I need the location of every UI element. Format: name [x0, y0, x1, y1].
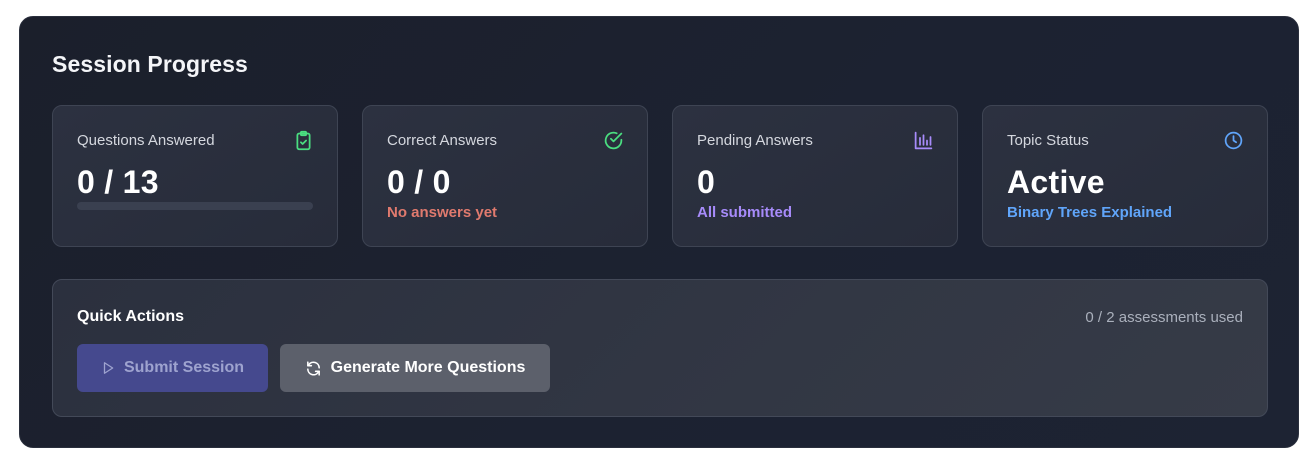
- correct-answers-status: No answers yet: [387, 204, 498, 221]
- pending-answers-card: Pending Answers 0 All submitted: [672, 105, 958, 247]
- quick-actions-section: Quick Actions 0 / 2 assessments used Sub…: [52, 279, 1268, 417]
- card-label: Topic Status: [1007, 132, 1089, 149]
- bar-chart-icon: [913, 130, 934, 151]
- submit-session-button[interactable]: Submit Session: [77, 344, 268, 392]
- correct-answers-value: 0 / 0: [387, 164, 451, 200]
- page-title: Session Progress: [52, 51, 248, 77]
- questions-answered-value: 0 / 13: [77, 164, 159, 200]
- pending-answers-value: 0: [697, 164, 716, 200]
- quick-actions-title: Quick Actions: [77, 308, 184, 325]
- topic-status-value: Active: [1007, 164, 1105, 200]
- generate-more-questions-button[interactable]: Generate More Questions: [280, 344, 550, 392]
- clipboard-check-icon: [293, 130, 314, 151]
- questions-answered-card: Questions Answered 0 / 13: [52, 105, 338, 247]
- refresh-icon: [306, 360, 320, 376]
- topic-status-card: Topic Status Active Binary Trees Explain…: [982, 105, 1268, 247]
- session-progress-panel: Session Progress Questions Answered 0 / …: [19, 16, 1299, 448]
- check-circle-icon: [603, 130, 624, 151]
- play-icon: [103, 362, 114, 374]
- generate-more-questions-label: Generate More Questions: [330, 359, 526, 376]
- submit-session-label: Submit Session: [123, 359, 245, 376]
- card-label: Pending Answers: [697, 132, 813, 149]
- assessments-usage: 0 / 2 assessments used: [1085, 309, 1243, 326]
- topic-name-link[interactable]: Binary Trees Explained: [1007, 204, 1172, 221]
- card-label: Questions Answered: [77, 132, 215, 149]
- card-label: Correct Answers: [387, 132, 498, 149]
- questions-progress-bar: [77, 202, 313, 210]
- pending-answers-status: All submitted: [697, 204, 793, 221]
- correct-answers-card: Correct Answers 0 / 0 No answers yet: [362, 105, 648, 247]
- clock-icon: [1223, 130, 1244, 151]
